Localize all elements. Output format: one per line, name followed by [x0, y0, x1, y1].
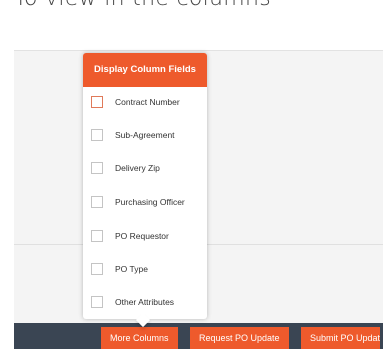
other-attributes-checkbox[interactable]	[91, 296, 103, 308]
field-delivery-zip[interactable]: Delivery Zip	[91, 160, 160, 176]
field-po-requestor[interactable]: PO Requestor	[91, 228, 169, 244]
more-columns-button[interactable]: More Columns	[101, 327, 178, 349]
popup-title: Display Column Fields	[83, 53, 207, 87]
purchasing-officer-checkbox[interactable]	[91, 196, 103, 208]
contract-number-checkbox[interactable]	[91, 96, 103, 108]
page-heading: To view in the columns	[14, 0, 271, 11]
field-label: PO Requestor	[115, 231, 169, 241]
sub-agreement-checkbox[interactable]	[91, 129, 103, 141]
po-requestor-checkbox[interactable]	[91, 230, 103, 242]
field-label: Other Attributes	[115, 297, 175, 307]
field-po-type[interactable]: PO Type	[91, 261, 148, 277]
field-contract-number[interactable]: Contract Number	[91, 94, 180, 110]
field-sub-agreement[interactable]: Sub-Agreement	[91, 127, 175, 143]
field-other-attributes[interactable]: Other Attributes	[91, 294, 174, 310]
field-label: Delivery Zip	[115, 163, 160, 173]
request-po-update-button[interactable]: Request PO Update	[190, 327, 289, 349]
field-label: Sub-Agreement	[115, 130, 175, 140]
field-purchasing-officer[interactable]: Purchasing Officer	[91, 194, 185, 210]
submit-po-update-button[interactable]: Submit PO Updat	[301, 327, 381, 349]
delivery-zip-checkbox[interactable]	[91, 162, 103, 174]
po-type-checkbox[interactable]	[91, 263, 103, 275]
action-toolbar: More Columns Request PO Update Submit PO…	[14, 323, 383, 349]
field-label: Purchasing Officer	[115, 197, 185, 207]
display-column-fields-popup: Display Column Fields Contract Number Su…	[83, 53, 207, 328]
field-label: PO Type	[115, 264, 148, 274]
field-label: Contract Number	[115, 97, 180, 107]
